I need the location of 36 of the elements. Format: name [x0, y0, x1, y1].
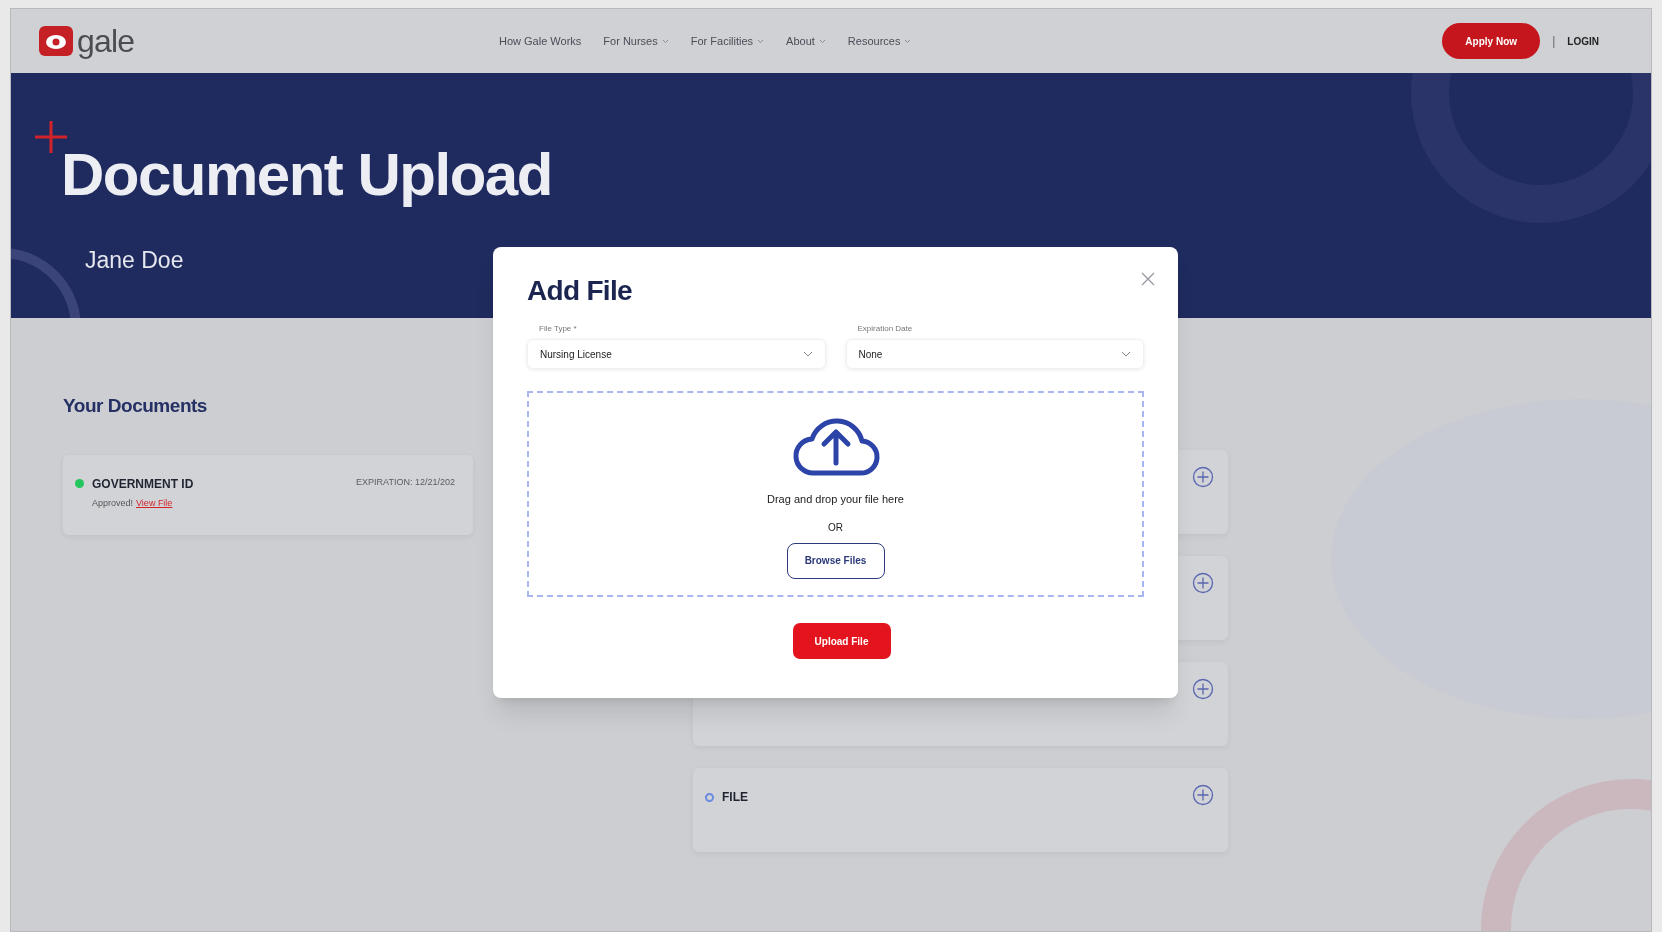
drop-instructions: Drag and drop your file here [767, 492, 904, 507]
logo-icon [39, 26, 73, 56]
view-file-link[interactable]: View File [136, 496, 173, 510]
field-label: Expiration Date [856, 323, 914, 335]
add-icon[interactable] [1192, 466, 1214, 488]
nav-link[interactable]: About [786, 32, 826, 50]
field-label: File Type * [538, 323, 578, 335]
upload-file-button[interactable]: Upload File [792, 623, 891, 659]
login-link[interactable]: LOGIN [1567, 33, 1623, 49]
user-name: Jane Doe [85, 246, 185, 275]
status-text: Approved! [92, 496, 134, 510]
chevron-icon [1121, 351, 1131, 357]
browse-files-button[interactable]: Browse Files [786, 542, 885, 579]
section-heading: Your Documents [63, 394, 208, 418]
or-text: OR [828, 520, 843, 535]
drop-zone[interactable]: Drag and drop your file here OR Browse Files [527, 391, 1144, 597]
nav-link[interactable]: For Facilities [690, 32, 765, 50]
separator: | [1552, 33, 1556, 50]
add-icon[interactable] [1192, 784, 1214, 806]
nav-link[interactable]: Resources [847, 32, 912, 50]
nav-link[interactable]: How Gale Works [499, 32, 582, 50]
page-title: Document Upload [61, 145, 553, 205]
dropdown-field[interactable]: Nursing License [527, 339, 826, 369]
expiration-date: EXPIRATION: 12/21/202 [356, 475, 455, 489]
plus-icon [33, 119, 69, 155]
document-title: GOVERNMENT ID [92, 475, 194, 493]
add-icon[interactable] [1192, 572, 1214, 594]
add-icon[interactable] [1192, 678, 1214, 700]
dropdown-field[interactable]: None [845, 339, 1144, 369]
close-icon[interactable] [1140, 271, 1156, 287]
modal-title: Add File [527, 277, 633, 305]
apply-now-button[interactable]: Apply Now [1442, 23, 1541, 59]
logo-text: gale [77, 25, 135, 57]
chevron-icon [802, 351, 813, 357]
nav-link[interactable]: For Nurses [603, 32, 669, 50]
document-title: FILE [722, 789, 748, 806]
